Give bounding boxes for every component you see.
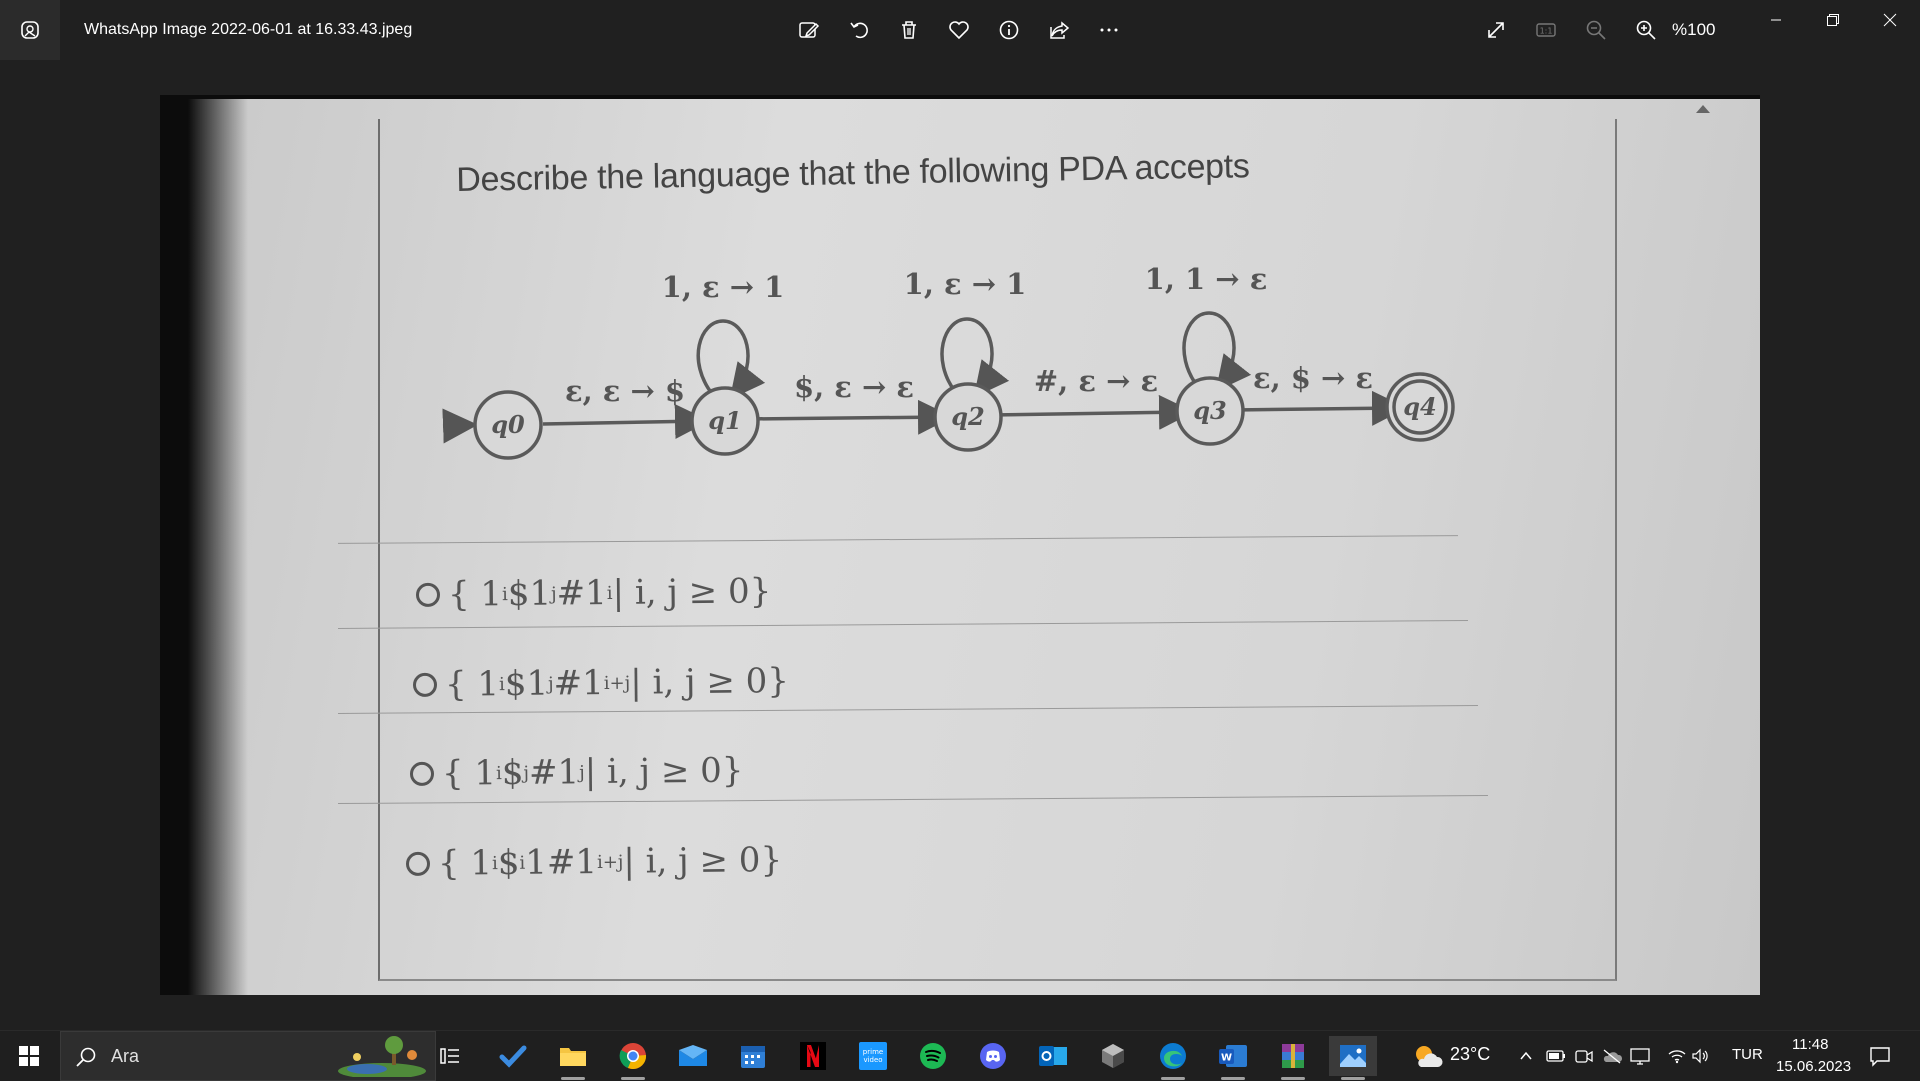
transition-q2-loop-label: 1, ε → 1	[904, 267, 1027, 301]
chrome-icon[interactable]	[613, 1036, 653, 1080]
taskbar-search[interactable]: Ara	[60, 1031, 436, 1081]
state-q3-label: q3	[1193, 396, 1226, 425]
answer-option-2[interactable]: { 1 i $1 j #1 i+j | i, j ≥ 0}	[412, 661, 789, 705]
transition-q2-q3-label: #, ε → ε	[1034, 364, 1158, 398]
answer-option-3[interactable]: { 1 i $ j #1 j | i, j ≥ 0}	[409, 751, 744, 794]
file-name: WhatsApp Image 2022-06-01 at 16.33.43.jp…	[84, 21, 413, 38]
transition-q3-q4-label: ε, $ → ε	[1253, 361, 1373, 395]
photos-app-taskbar-icon[interactable]	[1329, 1036, 1377, 1080]
actual-size-icon[interactable]: 1:1	[1528, 12, 1564, 48]
screen-share-icon[interactable]	[1622, 1036, 1658, 1076]
app-cube-icon[interactable]	[1093, 1036, 1133, 1076]
edge-icon[interactable]	[1153, 1036, 1193, 1080]
search-icon	[76, 1047, 96, 1067]
fullscreen-icon[interactable]	[1478, 12, 1514, 48]
delete-icon[interactable]	[891, 12, 927, 48]
svg-text:W: W	[1221, 1053, 1232, 1064]
spotify-icon[interactable]	[913, 1036, 953, 1076]
state-q1-label: q1	[708, 406, 741, 435]
more-icon[interactable]	[1091, 12, 1127, 48]
photos-app-icon[interactable]	[0, 0, 60, 60]
minimize-icon[interactable]	[1746, 0, 1806, 40]
svg-text:prime: prime	[863, 1048, 883, 1056]
prime-video-icon[interactable]: prime video	[853, 1036, 893, 1076]
transition-q1-q2-label: $, ε → ε	[794, 370, 914, 404]
zoom-in-icon[interactable]	[1628, 12, 1664, 48]
photo-viewer-image: Describe the language that the following…	[160, 95, 1760, 995]
radio-button[interactable]	[415, 582, 441, 607]
discord-icon[interactable]	[973, 1036, 1013, 1076]
search-placeholder: Ara	[111, 1046, 140, 1066]
word-icon[interactable]: W	[1213, 1036, 1253, 1080]
outlook-icon[interactable]	[1033, 1036, 1073, 1076]
search-highlight-illustration	[337, 1035, 427, 1077]
edit-icon[interactable]	[791, 12, 827, 48]
notifications-icon[interactable]	[1860, 1036, 1900, 1076]
clock-time[interactable]: 11:48	[1792, 1036, 1828, 1053]
info-icon[interactable]	[991, 12, 1027, 48]
zoom-level[interactable]: %100	[1672, 0, 1715, 60]
volume-icon[interactable]	[1686, 1036, 1716, 1076]
radio-button[interactable]	[412, 672, 438, 697]
state-q0-label: q0	[491, 410, 525, 439]
mail-icon[interactable]	[673, 1036, 713, 1076]
weather-icon[interactable]	[1408, 1036, 1448, 1076]
windows-start-icon[interactable]	[0, 1031, 58, 1081]
language-indicator[interactable]: TUR	[1732, 1046, 1763, 1063]
rotate-icon[interactable]	[841, 12, 877, 48]
close-icon[interactable]	[1860, 0, 1920, 40]
task-view-icon[interactable]	[430, 1036, 470, 1076]
share-icon[interactable]	[1041, 12, 1077, 48]
transition-q3-loop-label: 1, 1 → ε	[1145, 262, 1268, 296]
winrar-icon[interactable]	[1273, 1036, 1313, 1080]
transition-q1-loop-label: 1, ε → 1	[662, 270, 785, 304]
todo-app-icon[interactable]	[493, 1036, 533, 1076]
exam-paper: Describe the language that the following…	[188, 99, 1760, 995]
taskbar: Ara prime video W 23°C TUR 11:48 15.06.2…	[0, 1030, 1920, 1081]
netflix-icon[interactable]	[793, 1036, 833, 1076]
temperature-text[interactable]: 23°C	[1450, 1044, 1490, 1065]
radio-button[interactable]	[405, 851, 431, 876]
file-explorer-icon[interactable]	[553, 1036, 593, 1080]
state-q2-label: q2	[951, 402, 984, 431]
svg-text:video: video	[863, 1056, 882, 1064]
state-q4-label: q4	[1403, 392, 1436, 421]
answer-option-4[interactable]: { 1 i $ i 1#1 i+j | i, j ≥ 0}	[405, 840, 782, 884]
calendar-icon[interactable]	[733, 1036, 773, 1076]
restore-icon[interactable]	[1803, 0, 1863, 40]
favorite-icon[interactable]	[941, 12, 977, 48]
answer-option-1[interactable]: { 1 i $1 j #1 i | i, j ≥ 0}	[415, 571, 771, 615]
radio-button[interactable]	[409, 761, 435, 786]
clock-date[interactable]: 15.06.2023	[1776, 1058, 1851, 1075]
title-bar: WhatsApp Image 2022-06-01 at 16.33.43.jp…	[0, 0, 1920, 60]
transition-start-label: ε, ε → $	[565, 374, 685, 408]
zoom-out-icon[interactable]	[1578, 12, 1614, 48]
svg-text:1:1: 1:1	[1540, 27, 1553, 36]
